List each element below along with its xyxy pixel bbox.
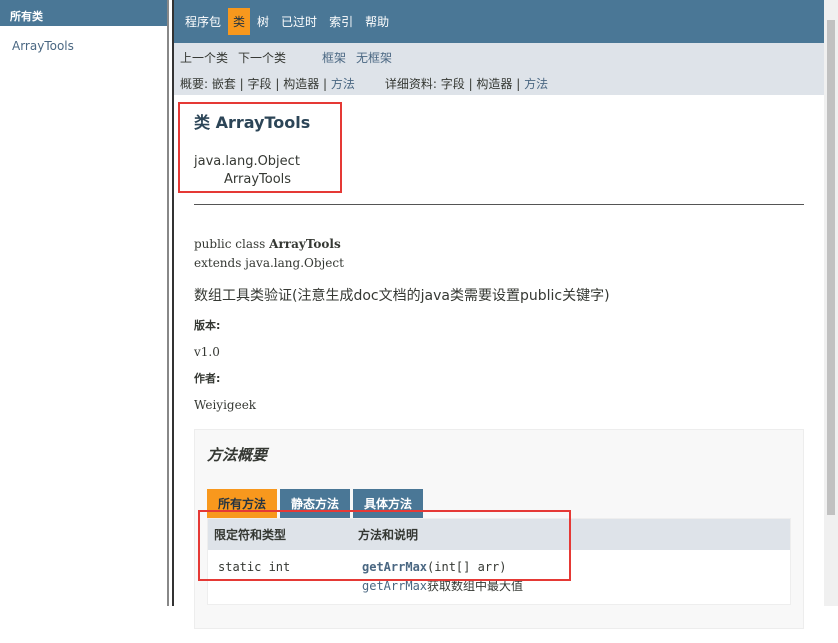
method-description: 获取数组中最大值 [427, 579, 524, 593]
nav-help[interactable]: 帮助 [360, 8, 394, 35]
detail-method-link[interactable]: 方法 [524, 77, 548, 91]
next-class: 下一个类 [238, 51, 287, 65]
nav-index[interactable]: 索引 [324, 8, 358, 35]
summary-method-link[interactable]: 方法 [331, 77, 355, 91]
detail-links: 详细资料: 字段 | 构造器 | [384, 77, 521, 91]
class-declaration: public class ArrayTools extends java.lan… [194, 237, 344, 270]
all-classes-header: 所有类 [0, 0, 167, 26]
nav-package[interactable]: 程序包 [180, 8, 226, 35]
highlight-box [198, 510, 571, 581]
divider [194, 204, 804, 205]
scrollbar[interactable] [824, 0, 838, 606]
highlight-box [178, 102, 342, 193]
author-value: Weiyigeek [194, 398, 257, 412]
summary-links: 概要: 嵌套 | 字段 | 构造器 | [180, 77, 328, 91]
sub-nav: 上一个类 下一个类 框架 无框架 概要: 嵌套 | 字段 | 构造器 | 方法 详细资料… [174, 43, 824, 95]
version-value: v1.0 [194, 345, 220, 359]
method-summary-title: 方法概要 [207, 446, 268, 464]
frames-link[interactable]: 框架 [322, 49, 346, 66]
top-nav: 程序包 类 树 已过时 索引 帮助 [174, 0, 824, 43]
author-label: 作者: [194, 372, 221, 385]
nav-tree[interactable]: 树 [252, 8, 274, 35]
prev-class: 上一个类 [180, 51, 229, 65]
class-list-frame: 所有类 ArrayTools [0, 0, 168, 606]
nav-class: 类 [228, 8, 251, 35]
class-description: 数组工具类验证(注意生成doc文档的java类需要设置public关键字) [194, 288, 610, 304]
no-frames-link[interactable]: 无框架 [356, 49, 392, 66]
version-label: 版本: [194, 319, 221, 332]
class-link-arraytools[interactable]: ArrayTools [0, 26, 167, 66]
nav-deprecated[interactable]: 已过时 [276, 8, 322, 35]
